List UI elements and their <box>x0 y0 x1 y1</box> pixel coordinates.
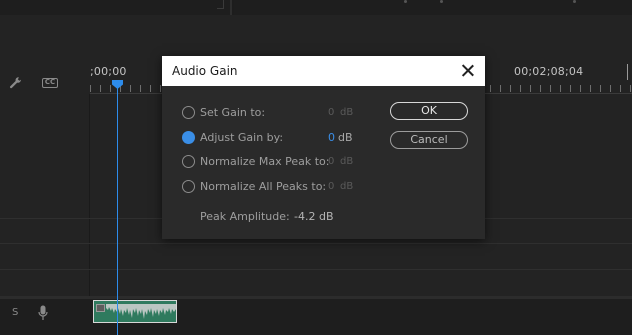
radio-normalize-all-peaks[interactable] <box>182 180 195 193</box>
radio-normalize-max-peak[interactable] <box>182 155 195 168</box>
option-label: Adjust Gain by: <box>200 131 284 144</box>
playhead-line[interactable] <box>117 86 118 335</box>
panel-dot <box>573 0 576 3</box>
track-divider <box>0 269 632 270</box>
source-panel-edge <box>0 0 232 15</box>
option-label: Normalize Max Peak to: <box>200 155 330 168</box>
panel-dot <box>404 0 407 3</box>
set-gain-value[interactable]: 0 <box>328 107 334 118</box>
option-label: Normalize All Peaks to: <box>200 180 327 193</box>
ruler-major-tick <box>627 64 628 80</box>
cancel-button[interactable]: Cancel <box>390 131 468 149</box>
panel-dot <box>440 0 443 3</box>
program-panel-edge <box>234 0 632 15</box>
adjust-gain-unit: dB <box>338 131 353 144</box>
normalize-all-peaks-unit: dB <box>340 181 354 192</box>
timeline-timecode-marker: 00;02;08;04 <box>514 65 584 78</box>
dialog-title: Audio Gain <box>172 64 238 78</box>
option-label: Set Gain to: <box>200 106 266 119</box>
set-gain-unit: dB <box>340 107 354 118</box>
peak-amplitude-label: Peak Amplitude: <box>200 210 290 223</box>
track-divider <box>0 243 632 244</box>
panel-corner <box>217 0 224 9</box>
microphone-icon[interactable] <box>38 305 48 321</box>
timeline-timecode-start: ;00;00 <box>90 65 127 78</box>
audio-clip[interactable] <box>93 300 177 323</box>
normalize-max-peak-unit: dB <box>340 156 354 167</box>
close-icon[interactable] <box>458 61 478 81</box>
wrench-icon[interactable] <box>9 76 23 90</box>
peak-amplitude-value: -4.2 dB <box>294 210 334 223</box>
normalize-all-peaks-value[interactable]: 0 <box>328 181 334 192</box>
adjust-gain-value[interactable]: 0 <box>328 131 335 144</box>
ok-button[interactable]: OK <box>390 102 468 120</box>
dialog-titlebar[interactable]: Audio Gain <box>162 56 485 86</box>
closed-caption-icon[interactable]: CC <box>42 78 58 88</box>
audio-track-label: S <box>12 307 19 318</box>
audio-gain-dialog: Audio Gain Set Gain to: 0 dB Adjust Gain… <box>162 56 485 239</box>
radio-adjust-gain[interactable] <box>182 131 195 144</box>
fx-badge-icon <box>96 304 105 312</box>
radio-set-gain[interactable] <box>182 106 195 119</box>
normalize-max-peak-value[interactable]: 0 <box>328 156 334 167</box>
